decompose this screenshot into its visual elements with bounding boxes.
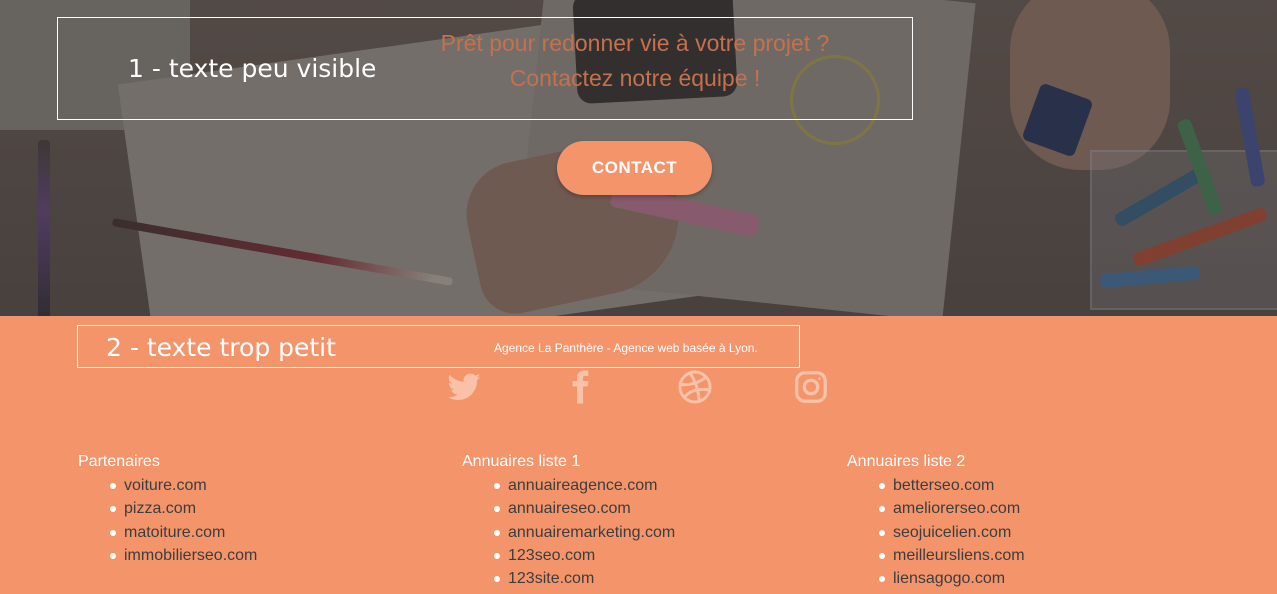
footer-link[interactable]: immobilierseo.com: [78, 546, 257, 569]
footer-column-annuaires-1: Annuaires liste 1 annuaireagence.com ann…: [462, 453, 675, 592]
footer-link[interactable]: voiture.com: [78, 476, 257, 499]
footer-link[interactable]: annuaireagence.com: [462, 476, 675, 499]
footer-column-partenaires: Partenaires voiture.com pizza.com matoit…: [78, 453, 257, 569]
footer-column-title: Annuaires liste 1: [462, 453, 581, 470]
footer-link[interactable]: betterseo.com: [847, 476, 1025, 499]
hero-headline-line1: Prêt pour redonner vie à votre projet ?: [440, 30, 830, 56]
footer-link[interactable]: meilleursliens.com: [847, 546, 1025, 569]
annotation-label-1: 1 - texte peu visible: [128, 54, 377, 83]
twitter-icon[interactable]: [446, 369, 482, 405]
annotation-label-2: 2 - texte trop petit: [106, 333, 336, 362]
dribbble-icon[interactable]: [677, 369, 713, 405]
footer-link[interactable]: 123seo.com: [462, 546, 675, 569]
footer-column-annuaires-2: Annuaires liste 2 betterseo.com ameliore…: [847, 453, 1025, 592]
contact-button[interactable]: CONTACT: [557, 141, 712, 195]
facebook-icon[interactable]: [562, 369, 598, 405]
footer-link[interactable]: ameliorerseo.com: [847, 499, 1025, 522]
hero-headline: Prêt pour redonner vie à votre projet ? …: [400, 26, 870, 96]
footer-link[interactable]: matoiture.com: [78, 523, 257, 546]
instagram-icon[interactable]: [793, 369, 829, 405]
footer-link[interactable]: 123site.com: [462, 569, 675, 592]
hero-headline-line2: Contactez notre équipe !: [509, 65, 761, 91]
footer-tagline: Agence La Panthère - Agence web basée à …: [494, 341, 758, 355]
footer-column-title: Partenaires: [78, 453, 160, 470]
footer-link-list: voiture.com pizza.com matoiture.com immo…: [78, 476, 257, 569]
footer-link-list: betterseo.com ameliorerseo.com seojuicel…: [847, 476, 1025, 592]
footer-link[interactable]: annuairemarketing.com: [462, 523, 675, 546]
footer-link[interactable]: annuaireseo.com: [462, 499, 675, 522]
footer-link[interactable]: seojuicelien.com: [847, 523, 1025, 546]
hero-section: 1 - texte peu visible Prêt pour redonner…: [0, 0, 1277, 316]
footer-link[interactable]: liensagogo.com: [847, 569, 1025, 592]
footer-link[interactable]: pizza.com: [78, 499, 257, 522]
footer-column-title: Annuaires liste 2: [847, 453, 966, 470]
footer-link-list: annuaireagence.com annuaireseo.com annua…: [462, 476, 675, 592]
